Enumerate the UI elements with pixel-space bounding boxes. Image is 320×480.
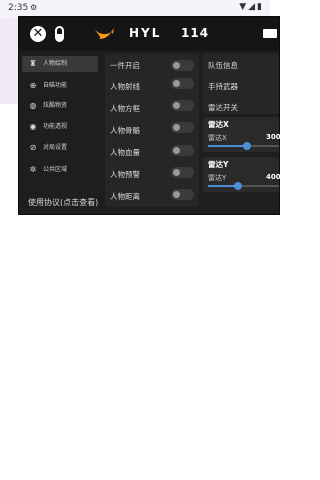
radar-y-track[interactable] [208,182,279,190]
status-time: 2:35 [8,3,29,13]
sidebar-item-aim[interactable]: ⊕ 自瞄功能 [22,78,98,94]
compass-icon: ⊘ [29,143,37,152]
swift-bird-icon [94,28,114,39]
toggle-person-bone[interactable] [171,122,194,133]
x-circle-icon[interactable]: ✕ [30,26,46,42]
menu-panel[interactable]: ✕ HYL 114 ♜ 人物绘制 ⊕ 自瞄功能 ◍ 炫酷物资 ◉ 功能透视 ⊘ … [18,16,281,215]
sidebar-item-label: 炫酷物资 [43,102,68,109]
radar-x-track[interactable] [208,142,279,150]
toggle-label: 人物血量 [110,148,140,157]
person-icon: ♜ [29,59,37,68]
radar-x-knob[interactable] [243,142,252,150]
app-number: 114 [181,26,210,40]
globe-icon: ◍ [29,101,37,110]
sidebar-item-match[interactable]: ⊘ 对局设置 [22,140,98,156]
radar-y-label: 雷达Y [208,174,227,182]
wifi-icon: ▼ [239,2,249,12]
toggle-label: 人物距离 [110,192,140,201]
toggle-label: 人物骨骼 [110,126,140,135]
toggle-person-warn[interactable] [171,167,194,178]
battery-icon: ▮ [257,2,264,12]
panel-header[interactable]: ✕ HYL 114 [19,17,279,51]
sidebar-item-items[interactable]: ◍ 炫酷物资 [22,98,98,114]
toggle-label: 雷达开关 [208,103,238,112]
toggle-person-box[interactable] [171,100,194,111]
toggle-column-2: 队伍信息 手持武器 雷达开关 [203,54,279,114]
toggle-label: 一件开启 [110,61,140,70]
gear-icon: ⚙ [30,3,38,12]
sidebar-item-label: 自瞄功能 [43,82,68,89]
status-icons: ▼◢▮ [239,2,264,12]
pill-icon[interactable] [55,26,64,42]
sidebar: ♜ 人物绘制 ⊕ 自瞄功能 ◍ 炫酷物资 ◉ 功能透视 ⊘ 对局设置 ✲ 公共区… [22,54,100,207]
crosshair-icon: ⊕ [29,81,37,90]
sidebar-item-public[interactable]: ✲ 公共区域 [22,162,98,178]
eye-icon: ◉ [29,122,37,131]
toggle-label: 人物预警 [110,170,140,179]
toggle-label: 人物射线 [110,82,140,91]
radar-x-title: 雷达X [208,120,229,129]
toggle-one-click[interactable] [171,60,194,71]
app-title: HYL [129,26,162,40]
folder-icon[interactable] [263,29,277,38]
radar-x-value: 300 [266,133,281,141]
radar-y-value: 400 [266,173,281,181]
toggle-column-1: 一件开启 人物射线 人物方框 人物骨骼 人物血量 人物预警 人物距离 [105,54,199,207]
radar-x-label: 雷达X [208,134,227,142]
signal-icon: ◢ [248,2,258,12]
sidebar-item-label: 功能透视 [43,123,68,130]
sidebar-item-label: 人物绘制 [43,60,68,67]
toggle-person-distance[interactable] [171,189,194,200]
radar-x-slider-card: 雷达X 雷达X 300 [203,117,281,152]
toggle-label: 队伍信息 [208,61,238,70]
toggle-person-hp[interactable] [171,145,194,156]
sidebar-item-see[interactable]: ◉ 功能透视 [22,119,98,135]
radar-y-knob[interactable] [233,182,242,190]
radar-y-title: 雷达Y [208,160,229,169]
toggle-label: 人物方框 [110,104,140,113]
toggle-label: 手持武器 [208,82,238,91]
radar-y-slider-card: 雷达Y 雷达Y 400 [203,157,281,192]
gear-icon: ✲ [29,165,37,174]
radar-x-fill [208,145,248,147]
sidebar-item-person[interactable]: ♜ 人物绘制 [22,56,98,72]
sidebar-item-label: 公共区域 [43,166,68,173]
usage-agreement-link[interactable]: 使用协议(点击查看) [28,197,98,208]
toggle-person-ray[interactable] [171,78,194,89]
sidebar-item-label: 对局设置 [43,144,68,151]
